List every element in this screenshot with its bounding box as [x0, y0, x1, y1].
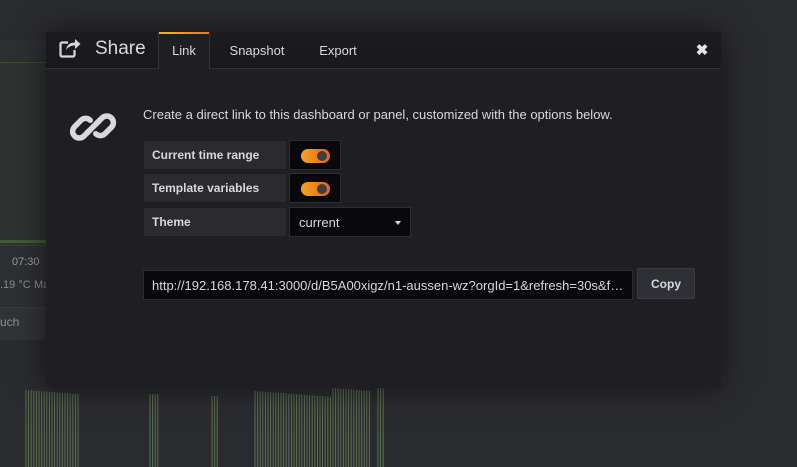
- toggle-track: [301, 149, 330, 163]
- option-template-variables: Template variables: [143, 173, 341, 203]
- share-icon: [59, 38, 81, 58]
- share-description: Create a direct link to this dashboard o…: [143, 107, 613, 122]
- tab-snapshot[interactable]: Snapshot: [222, 32, 292, 68]
- current-time-range-toggle[interactable]: [289, 140, 341, 170]
- option-theme: Theme current: [143, 207, 411, 237]
- tab-export[interactable]: Export: [308, 32, 368, 68]
- share-url-text: http://192.168.178.41:3000/d/B5A00xigz/n…: [152, 277, 624, 293]
- close-icon[interactable]: ✖: [692, 40, 712, 60]
- copy-button[interactable]: Copy: [637, 268, 695, 299]
- option-current-time-range: Current time range: [143, 140, 341, 170]
- template-variables-label: Template variables: [143, 173, 287, 203]
- chevron-down-icon: [395, 221, 401, 225]
- modal-header: Share Link Snapshot Export ✖: [46, 32, 721, 69]
- modal-title: Share: [95, 38, 146, 59]
- toggle-knob: [317, 184, 327, 194]
- toggle-knob: [317, 151, 327, 161]
- theme-label: Theme: [143, 207, 287, 237]
- template-variables-toggle[interactable]: [289, 173, 341, 203]
- tab-link[interactable]: Link: [158, 32, 210, 69]
- share-modal: Share Link Snapshot Export ✖ Create a di…: [46, 32, 721, 387]
- theme-select-value: current: [299, 214, 340, 230]
- toggle-track: [301, 182, 330, 196]
- current-time-range-label: Current time range: [143, 140, 287, 170]
- theme-select[interactable]: current: [289, 207, 411, 237]
- link-icon: [69, 113, 117, 141]
- share-url-field[interactable]: http://192.168.178.41:3000/d/B5A00xigz/n…: [143, 270, 633, 300]
